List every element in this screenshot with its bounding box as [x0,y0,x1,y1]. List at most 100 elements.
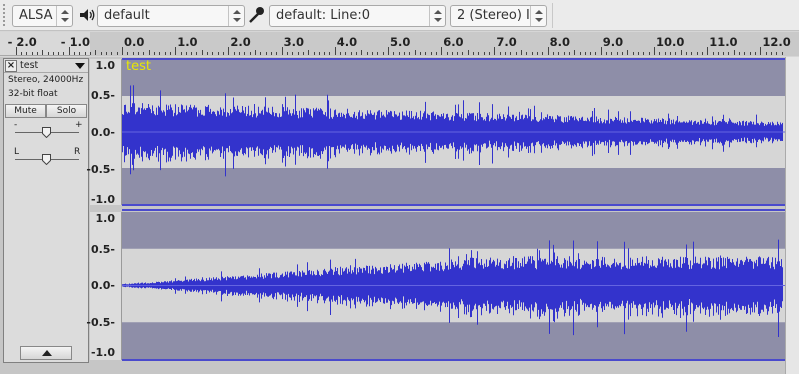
ruler-tick-label: 7.0 [496,35,517,49]
timeline-ruler[interactable]: - 2.0 - 1.0 0.0 1.0 2.0 3.0 4.0 5.0 6.0 7.0 8.0 9.0… [0,32,799,56]
vertical-scrollbar[interactable] [785,57,799,374]
ruler-minor-tick [350,52,352,55]
ruler-minor-tick [244,52,246,55]
toolbar-grip[interactable] [3,4,8,26]
waveform-right-channel[interactable] [122,212,785,359]
ruler-minor-tick [297,52,299,55]
recording-channels-select[interactable]: 2 (Stereo) I‹ [450,5,547,27]
ruler-minor-tick [659,52,661,55]
ruler-minor-tick [579,52,581,55]
ruler-minor-tick [403,52,405,55]
ruler-major-tick [334,47,336,55]
ruler-minor-tick [712,52,714,55]
recording-device-select[interactable]: default: Line:0 [269,5,446,27]
playback-device-select[interactable]: default [97,5,245,27]
ruler-minor-tick [127,52,129,55]
ruler-minor-tick [542,52,544,55]
vscale-label-top: 1.0 [95,212,116,225]
ruler-minor-tick [669,52,671,55]
ruler-minor-tick [489,52,491,55]
ruler-minor-tick [58,52,60,55]
ruler-minor-tick [153,52,155,55]
waveform-left-channel[interactable] [122,60,785,204]
ruler-minor-tick [462,52,464,55]
device-toolbar: ALSA default default: Line:0 2 (Stereo) … [0,0,799,31]
ruler-minor-tick [329,52,331,55]
channel-separator [122,204,785,206]
audio-host-spinner[interactable] [56,6,72,26]
recording-device-spinner[interactable] [429,6,445,26]
ruler-minor-tick [180,52,182,55]
ruler-minor-tick [47,52,49,55]
ruler-minor-tick [265,52,267,55]
ruler-minor-tick [563,52,565,55]
ruler-major-tick [654,47,655,55]
ruler-minor-tick [185,52,187,55]
ruler-minor-tick [425,52,427,55]
recording-device-value: default: Line:0 [276,8,370,23]
ruler-minor-tick [366,52,368,55]
ruler-minor-tick [691,52,693,55]
track-menu-dropdown-icon[interactable] [75,63,85,69]
recording-channels-value: 2 (Stereo) I‹ [457,8,531,23]
mute-button[interactable]: Mute [5,104,46,118]
ruler-minor-tick [675,52,677,55]
ruler-minor-tick [457,52,459,55]
vscale-label-bottom: -1.0 [90,346,115,359]
ruler-minor-tick [148,50,150,55]
ruler-minor-tick [781,52,783,55]
ruler-major-tick [68,47,70,55]
playback-device-spinner[interactable] [228,6,244,26]
ruler-minor-tick [270,52,272,55]
ruler-minor-tick [201,50,203,55]
ruler-minor-tick [531,52,533,55]
track-header: × test [4,59,88,73]
ruler-major-tick [15,47,17,55]
ruler-minor-tick [26,52,28,55]
pan-slider-thumb[interactable] [42,154,51,165]
track-area: × test Stereo, 24000Hz 32-bit float Mute… [0,57,799,374]
ruler-minor-tick [717,52,719,55]
ruler-minor-tick [574,50,576,55]
recording-channels-spinner[interactable] [530,6,546,26]
ruler-tick-label: 10.0 [656,35,685,49]
close-track-icon[interactable]: × [5,60,17,72]
ruler-minor-tick [169,52,171,55]
ruler-major-tick [281,47,283,55]
ruler-major-tick [388,47,389,55]
ruler-tick-label: 1.0 [177,35,198,49]
vertical-ruler-left-channel[interactable]: 1.0 0.5- 0.0- -0.5- -1.0 [86,59,122,206]
ruler-minor-tick [627,50,629,55]
solo-button[interactable]: Solo [46,104,87,118]
vscale-label-neg-half: -0.5- [86,316,115,329]
ruler-minor-tick [643,52,645,55]
ruler-minor-tick [409,52,411,55]
ruler-minor-tick [63,52,65,55]
gain-plus-label: + [75,120,83,130]
collapse-up-icon [42,350,52,356]
ruler-minor-tick [451,52,453,55]
ruler-minor-tick [648,52,650,55]
audio-host-select[interactable]: ALSA [12,5,73,27]
ruler-major-tick [494,47,496,55]
track-name-label: test [20,60,39,71]
collapse-track-button[interactable] [20,346,72,360]
track-control-panel[interactable]: × test Stereo, 24000Hz 32-bit float Mute… [3,58,89,363]
ruler-minor-tick [749,52,751,55]
ruler-minor-tick [505,52,507,55]
ruler-minor-tick [79,52,81,55]
ruler-tick-label: 11.0 [709,35,738,49]
track-bottom-border [122,359,785,361]
ruler-minor-tick [515,52,517,55]
ruler-minor-tick [680,50,682,55]
ruler-minor-tick [483,52,485,55]
ruler-minor-tick [771,52,773,55]
ruler-tick-label: 8.0 [549,35,570,49]
ruler-minor-tick [611,52,613,55]
gain-slider-thumb[interactable] [42,127,51,138]
vertical-ruler-right-channel[interactable]: 1.0 0.5- 0.0- -0.5- -1.0 [86,212,122,360]
ruler-minor-tick [302,52,304,55]
ruler-minor-tick [212,52,214,55]
ruler-minor-tick [733,50,735,55]
ruler-minor-tick [398,52,400,55]
